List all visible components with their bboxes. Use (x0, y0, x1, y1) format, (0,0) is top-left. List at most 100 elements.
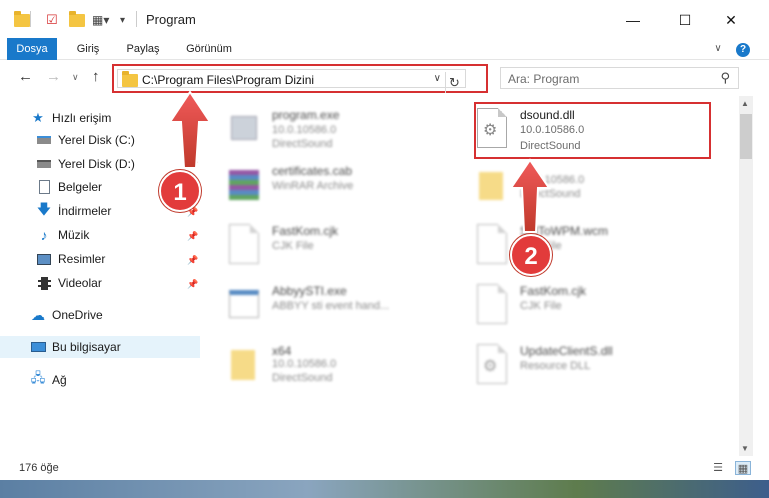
list-item[interactable]: FastKom.cjk CJK File (227, 220, 457, 276)
pin-icon[interactable]: 📌 (187, 231, 198, 242)
customize-toolbar-icon[interactable]: ▦▾ (92, 11, 109, 29)
search-input[interactable]: Ara: Program ⚲ (500, 67, 739, 89)
sidebar-item-this-pc[interactable]: Bu bilgisayar (0, 336, 200, 358)
list-item[interactable]: AbbyySTI.exe ABBYY sti event hand... (227, 280, 457, 336)
file-name: UpdateClientS.dll (520, 344, 613, 358)
list-item[interactable]: program.exe 10.0.10586.0 DirectSound (227, 104, 457, 160)
close-button[interactable]: ✕ (716, 8, 746, 32)
tab-share[interactable]: Paylaş (120, 38, 166, 60)
pin-icon[interactable]: 📌 (187, 159, 198, 170)
forward-button[interactable]: → (46, 68, 61, 85)
details-view-icon[interactable]: ☰ (710, 461, 726, 475)
file-name: AbbyySTI.exe (272, 284, 347, 298)
sidebar-item-network[interactable]: 🖧 Ağ (30, 369, 230, 391)
file-detail: 10.0.10586.0 (272, 124, 337, 136)
folder-icon (122, 71, 138, 90)
scroll-up-icon[interactable]: ▲ (741, 99, 749, 108)
sidebar-item-label: Resimler (58, 252, 106, 266)
pictures-icon (36, 251, 52, 267)
address-bar[interactable]: C:\Program Files\Program Dizini ∨ ↻ (117, 69, 466, 93)
tab-view[interactable]: Görünüm (178, 38, 240, 60)
sidebar-item-label: Müzik (58, 228, 90, 242)
address-bar-highlight: C:\Program Files\Program Dizini ∨ ↻ (112, 64, 488, 93)
file-name: FastKom.cjk (520, 284, 587, 298)
file-detail: CJK File (272, 240, 314, 252)
cloud-icon: ☁ (31, 306, 45, 323)
list-item[interactable]: StdToWPM.wcm CJK File (475, 220, 705, 276)
exe-icon (227, 284, 261, 326)
file-name: program.exe (272, 108, 340, 122)
separator (30, 11, 31, 27)
back-button[interactable]: ← (18, 68, 33, 85)
star-icon: ★ (32, 110, 44, 125)
search-icon: ⚲ (720, 70, 730, 85)
sidebar-item-label: Ağ (52, 373, 67, 387)
address-row: ← → ∨ ↑ C:\Program Files\Program Dizini … (0, 62, 769, 94)
network-icon: 🖧 (30, 370, 46, 385)
chevron-down-icon[interactable]: ▾ (120, 11, 125, 29)
file-detail: DirectSound (520, 188, 581, 200)
sidebar-item-label: Hızlı erişim (52, 111, 112, 125)
list-item[interactable]: x64 10.0.10586.0 DirectSound (227, 340, 457, 396)
folder-icon (227, 344, 261, 386)
tab-file[interactable]: Dosya (7, 38, 57, 60)
pin-icon[interactable]: 📌 (187, 135, 198, 146)
file-detail: 10.0.10586.0 (272, 358, 337, 370)
sidebar-item-label: Videolar (58, 276, 102, 290)
pin-icon[interactable]: 📌 (187, 279, 198, 290)
ribbon-tabs: Dosya Giriş Paylaş Görünüm ∨ ? (0, 38, 769, 60)
title-bar: ☑ ▦▾ ▾ Program — ☐ ✕ (0, 0, 769, 38)
drive-icon (36, 156, 52, 172)
refresh-icon[interactable]: ↻ (445, 72, 463, 93)
sidebar-item-label: Bu bilgisayar (52, 340, 121, 354)
file-detail: DirectSound (272, 138, 333, 150)
pin-icon[interactable]: 📌 (187, 255, 198, 266)
maximize-button[interactable]: ☐ (670, 8, 700, 32)
navigation-pane: ★ Hızlı erişim Yerel Disk (C:) Yerel Dis… (0, 96, 205, 456)
recent-locations-icon[interactable]: ∨ (72, 72, 79, 83)
scroll-thumb[interactable] (740, 114, 752, 159)
separator (136, 11, 137, 27)
large-icons-view-icon[interactable]: ▦ (735, 461, 751, 475)
file-detail: DirectSound (272, 372, 333, 384)
dll-icon: ⚙ (475, 344, 509, 386)
search-placeholder: Ara: Program (508, 72, 580, 86)
help-icon[interactable]: ? (735, 38, 751, 60)
file-icon (227, 224, 261, 266)
up-button[interactable]: ↑ (92, 68, 100, 85)
computer-icon (30, 339, 46, 355)
file-detail: ABBYY sti event hand... (272, 300, 390, 312)
vertical-scrollbar[interactable]: ▲ ▼ (739, 96, 753, 456)
exe-icon (227, 108, 261, 150)
window-title: Program (146, 12, 196, 27)
file-detail: CJK File (520, 300, 562, 312)
properties-icon[interactable]: ☑ (46, 11, 58, 29)
folder-icon (14, 10, 30, 29)
sidebar-item-label: Yerel Disk (D:) (58, 157, 135, 171)
list-item[interactable]: ⚙ UpdateClientS.dll Resource DLL (475, 340, 705, 396)
list-item[interactable]: certificates.cab WinRAR Archive (227, 160, 457, 216)
status-bar: 176 öğe ☰ ▦ (0, 458, 769, 480)
step-2-badge: 2 (510, 234, 552, 276)
file-detail: Resource DLL (520, 360, 591, 372)
sidebar-item-label: Belgeler (58, 180, 103, 194)
videos-icon (36, 275, 52, 291)
sidebar-item-label: Yerel Disk (C:) (58, 133, 135, 147)
list-item[interactable]: 10.0.10586.0 DirectSound (475, 160, 705, 216)
minimize-button[interactable]: — (618, 8, 648, 32)
tab-home[interactable]: Giriş (68, 38, 108, 60)
file-name: x64 (272, 344, 292, 358)
file-icon (475, 284, 509, 326)
sidebar-item-onedrive[interactable]: ☁ OneDrive (30, 304, 230, 326)
address-dropdown-icon[interactable]: ∨ (434, 73, 441, 84)
scroll-down-icon[interactable]: ▼ (741, 444, 749, 453)
new-folder-icon[interactable] (69, 10, 85, 29)
sidebar-item-quick-access[interactable]: ★ Hızlı erişim (30, 107, 230, 129)
file-name: FastKom.cjk (272, 224, 339, 238)
expand-ribbon-icon[interactable]: ∨ (710, 38, 726, 60)
address-path: C:\Program Files\Program Dizini (142, 73, 315, 87)
sidebar-item-label: İndirmeler (58, 204, 112, 218)
folder-icon (475, 164, 509, 206)
list-item[interactable]: FastKom.cjk CJK File (475, 280, 705, 336)
file-detail: 10.0.10586.0 (520, 174, 585, 186)
